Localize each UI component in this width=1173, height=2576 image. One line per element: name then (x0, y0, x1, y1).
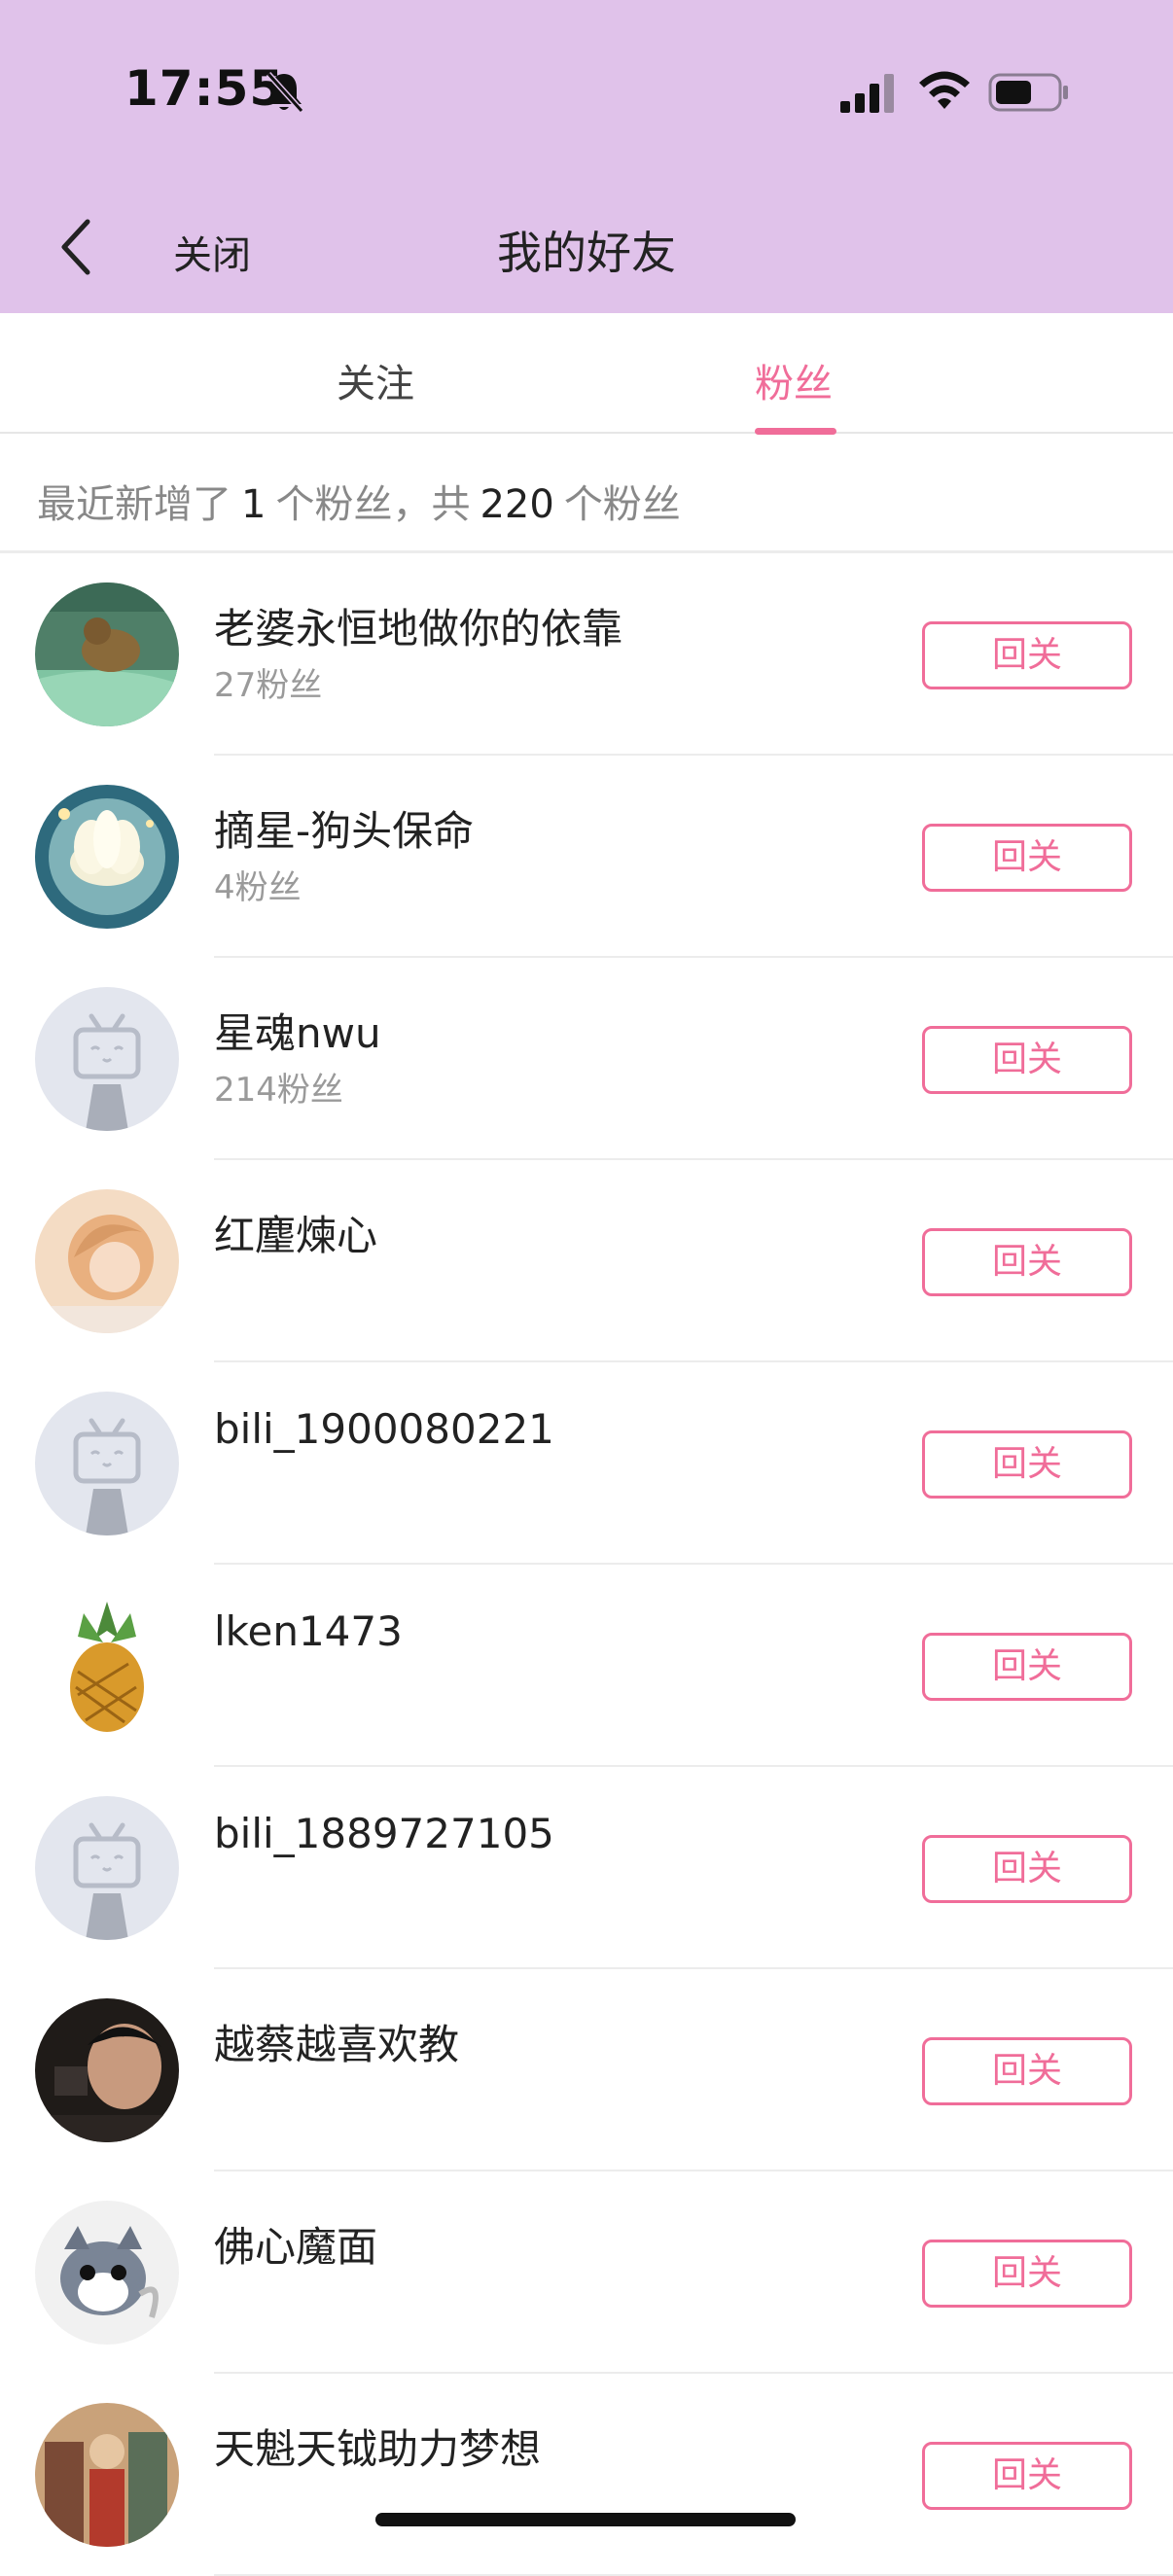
avatar[interactable] (35, 785, 179, 929)
avatar[interactable] (35, 987, 179, 1131)
home-indicator (375, 2513, 796, 2526)
fan-name[interactable]: bili_1889727105 (214, 1810, 554, 1857)
summary-suffix: 个粉丝 (563, 482, 681, 527)
new-fans-count: 1 (241, 482, 267, 527)
tab-bar: 关注 粉丝 (0, 313, 1173, 435)
total-fans-count: 220 (480, 482, 554, 527)
tab-following[interactable]: 关注 (337, 352, 414, 408)
header: 17:55 关闭 我的好友 (0, 0, 1173, 313)
follow-back-button[interactable]: 回关 (922, 1430, 1132, 1499)
fan-row[interactable]: 佛心魔面 回关 (0, 2171, 1173, 2374)
fan-row[interactable]: lken1473 回关 (0, 1565, 1173, 1767)
fan-name[interactable]: 老婆永恒地做你的依靠 (214, 596, 622, 655)
fan-row[interactable]: bili_1889727105 回关 (0, 1767, 1173, 1969)
avatar[interactable] (35, 2403, 179, 2547)
fan-name[interactable]: 红麈煉心 (214, 1203, 377, 1262)
summary-prefix: 最近新增了 (37, 482, 231, 527)
fan-count: 4粉丝 (214, 868, 302, 907)
fan-row[interactable]: 老婆永恒地做你的依靠 27粉丝 回关 (0, 553, 1173, 756)
status-time: 17:55 (124, 60, 285, 117)
follow-back-button[interactable]: 回关 (922, 2442, 1132, 2510)
fan-name[interactable]: 星魂nwu (214, 1001, 381, 1060)
page-title: 我的好友 (497, 227, 676, 279)
avatar[interactable] (35, 1796, 179, 1940)
avatar[interactable] (35, 1594, 179, 1738)
fan-name[interactable]: lken1473 (214, 1607, 403, 1655)
follow-back-button[interactable]: 回关 (922, 2240, 1132, 2308)
follow-back-button[interactable]: 回关 (922, 824, 1132, 892)
fan-name[interactable]: bili_1900080221 (214, 1405, 554, 1453)
fan-name[interactable]: 摘星-狗头保命 (214, 798, 474, 858)
fan-name[interactable]: 天魁天钺助力梦想 (214, 2417, 541, 2476)
cellular-signal-icon (840, 74, 894, 113)
follow-back-button[interactable]: 回关 (922, 1633, 1132, 1701)
avatar[interactable] (35, 582, 179, 726)
fan-row[interactable]: 越蔡越喜欢教 回关 (0, 1969, 1173, 2171)
bell-muted-icon (266, 71, 304, 114)
follow-back-button[interactable]: 回关 (922, 1228, 1132, 1296)
avatar[interactable] (35, 2201, 179, 2345)
fan-count: 27粉丝 (214, 666, 323, 705)
wifi-icon (919, 71, 970, 109)
fan-row[interactable]: bili_1900080221 回关 (0, 1362, 1173, 1565)
tab-fans[interactable]: 粉丝 (755, 352, 833, 408)
follow-back-button[interactable]: 回关 (922, 621, 1132, 689)
battery-icon (988, 73, 1068, 112)
fan-row[interactable]: 星魂nwu 214粉丝 回关 (0, 958, 1173, 1160)
fan-row[interactable]: 摘星-狗头保命 4粉丝 回关 (0, 756, 1173, 958)
fan-row[interactable]: 红麈煉心 回关 (0, 1160, 1173, 1362)
fan-name[interactable]: 佛心魔面 (214, 2214, 377, 2274)
follow-back-button[interactable]: 回关 (922, 1026, 1132, 1094)
follow-back-button[interactable]: 回关 (922, 1835, 1132, 1903)
fan-row[interactable]: 天魁天钺助力梦想 回关 (0, 2374, 1173, 2576)
summary-middle: 个粉丝，共 (275, 482, 471, 527)
avatar[interactable] (35, 1998, 179, 2142)
fan-name[interactable]: 越蔡越喜欢教 (214, 2012, 459, 2071)
avatar[interactable] (35, 1189, 179, 1333)
fans-summary: 最近新增了 1 个粉丝，共 220 个粉丝 (0, 434, 1173, 553)
fan-count: 214粉丝 (214, 1071, 343, 1110)
fans-list: 老婆永恒地做你的依靠 27粉丝 回关 摘星-狗头保命 4粉丝 回关 星魂nwu 214粉丝 回关… (0, 553, 1173, 2576)
avatar[interactable] (35, 1392, 179, 1535)
follow-back-button[interactable]: 回关 (922, 2037, 1132, 2105)
